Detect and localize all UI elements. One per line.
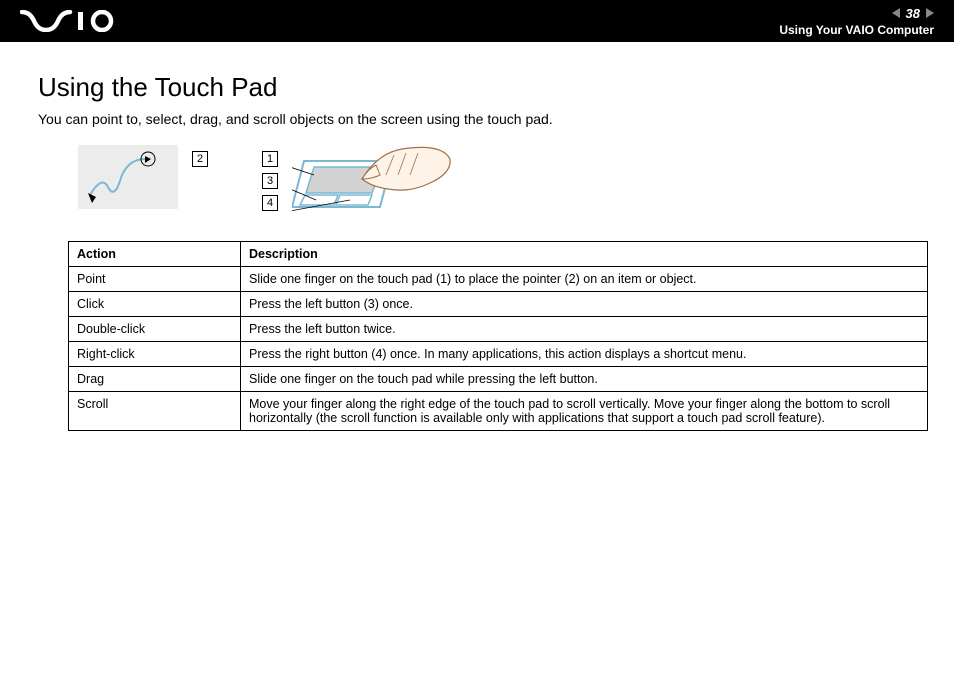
actions-table: Action Description Point Slide one finge… [68,241,928,431]
cell-description: Slide one finger on the touch pad while … [241,367,928,392]
table-row: Scroll Move your finger along the right … [69,392,928,431]
illustration-row: 2 1 3 4 [78,145,916,225]
table-row: Double-click Press the left button twice… [69,317,928,342]
page-title: Using the Touch Pad [38,72,916,103]
cell-description: Slide one finger on the touch pad (1) to… [241,267,928,292]
cell-action: Point [69,267,241,292]
page-nav: 38 [892,6,934,21]
table-row: Right-click Press the right button (4) o… [69,342,928,367]
cell-action: Right-click [69,342,241,367]
cell-action: Scroll [69,392,241,431]
callout-column: 1 3 4 [262,151,278,211]
cell-action: Click [69,292,241,317]
header-bar: 38 Using Your VAIO Computer [0,0,954,42]
cell-description: Move your finger along the right edge of… [241,392,928,431]
pointer-illustration [78,145,178,209]
next-page-icon[interactable] [926,8,934,18]
table-row: Click Press the left button (3) once. [69,292,928,317]
prev-page-icon[interactable] [892,8,900,18]
header-action: Action [69,242,241,267]
cell-description: Press the left button twice. [241,317,928,342]
table-row: Drag Slide one finger on the touch pad w… [69,367,928,392]
page-number: 38 [906,6,920,21]
header-right: 38 Using Your VAIO Computer [779,6,934,37]
cell-action: Double-click [69,317,241,342]
breadcrumb: Using Your VAIO Computer [779,23,934,37]
cell-description: Press the left button (3) once. [241,292,928,317]
header-description: Description [241,242,928,267]
touchpad-illustration [292,145,457,225]
callout-4: 4 [262,195,278,211]
cell-action: Drag [69,367,241,392]
callout-3: 3 [262,173,278,189]
callout-2: 2 [192,151,208,167]
content-area: Using the Touch Pad You can point to, se… [0,42,954,461]
intro-text: You can point to, select, drag, and scro… [38,111,916,127]
cell-description: Press the right button (4) once. In many… [241,342,928,367]
table-header-row: Action Description [69,242,928,267]
vaio-logo [20,10,118,32]
table-row: Point Slide one finger on the touch pad … [69,267,928,292]
callout-1: 1 [262,151,278,167]
